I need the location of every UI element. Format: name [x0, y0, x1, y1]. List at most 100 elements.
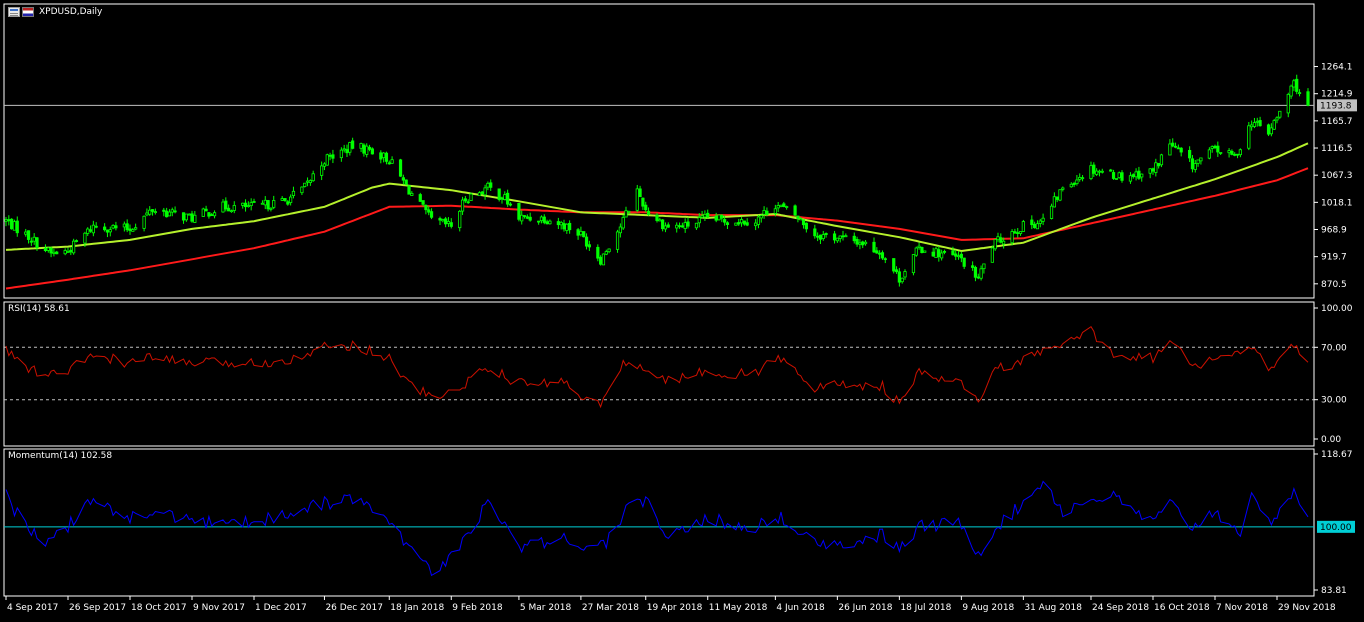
chart-window-icon [8, 7, 20, 17]
current-price-value: 1193.8 [1320, 101, 1352, 111]
candle-body [32, 236, 36, 242]
candle-body [72, 240, 76, 254]
candle-body [697, 217, 701, 224]
candle-body [1109, 169, 1113, 172]
candle-body [342, 148, 346, 151]
candle-body [187, 213, 191, 216]
candle-body [322, 163, 327, 167]
candle-body [407, 185, 411, 195]
candle-body [973, 267, 978, 278]
candle-body [1235, 153, 1240, 156]
candle-body [917, 245, 921, 248]
candle-body [503, 194, 507, 200]
candle-body [897, 271, 901, 283]
candle-body [954, 253, 958, 257]
candle-body [517, 202, 521, 220]
candle-body [863, 241, 868, 245]
candle-body [1013, 231, 1017, 234]
candle-body [799, 218, 803, 221]
candle-body [959, 253, 963, 259]
candle-body [621, 217, 625, 229]
candle-body [305, 180, 310, 183]
candle-body [379, 152, 383, 160]
candle-body [508, 203, 513, 206]
candle-body [675, 224, 679, 229]
candle-body [1041, 217, 1045, 222]
y-tick-label: 1165.7 [1321, 117, 1353, 127]
candle-body [979, 268, 983, 279]
candle-body [142, 215, 146, 229]
x-tick-label: 29 Nov 2018 [1278, 603, 1336, 613]
candle-body [15, 220, 19, 234]
candle-body [283, 198, 287, 201]
candle-body [134, 227, 138, 230]
candle-body [170, 209, 174, 213]
candle-body [962, 257, 966, 267]
candle-body [880, 252, 885, 259]
candle-body [12, 221, 17, 231]
candle-body [601, 253, 606, 266]
candle-body [841, 235, 845, 238]
candle-body [937, 249, 941, 258]
candle-body [785, 206, 789, 208]
candle-body [584, 236, 589, 247]
candle-body [1255, 120, 1259, 123]
candle-body [520, 214, 524, 222]
candle-body [384, 152, 389, 162]
candle-body [224, 200, 228, 210]
candle-body [367, 146, 372, 150]
candle-body [1238, 149, 1242, 156]
x-tick-label: 7 Nov 2018 [1216, 603, 1268, 613]
candle-body [427, 209, 431, 213]
candle-body [1154, 162, 1158, 173]
candle-body [1134, 171, 1138, 178]
candle-body [331, 154, 335, 159]
candle-body [114, 225, 118, 229]
candle-body [506, 192, 510, 205]
candle-body [717, 214, 721, 221]
rsi-line [5, 325, 1309, 409]
candle-body [1100, 170, 1104, 173]
candle-body [308, 180, 312, 183]
candle-body [813, 228, 817, 237]
candle-body [150, 209, 155, 212]
candle-body [153, 211, 157, 214]
candle-body [976, 276, 980, 279]
candle-body [627, 210, 631, 213]
candle-body [522, 215, 527, 217]
candle-body [861, 241, 865, 246]
candle-body [424, 204, 428, 211]
candle-body [446, 221, 451, 224]
candle-body [762, 210, 766, 215]
candle-body [1247, 125, 1251, 149]
candle-body [148, 209, 152, 215]
candle-body [1227, 150, 1231, 154]
candle-body [311, 173, 315, 182]
candle-body [900, 277, 904, 283]
candle-body [1033, 223, 1037, 229]
candle-body [131, 229, 135, 232]
rsi-pane [3, 301, 1315, 447]
x-tick-label: 5 Mar 2018 [520, 603, 572, 613]
candle-body [480, 191, 484, 195]
candle-body [320, 165, 324, 176]
candle-body [469, 193, 473, 202]
candle-body [66, 251, 70, 253]
candle-body [111, 225, 115, 229]
candle-body [556, 221, 560, 226]
candle-body [190, 213, 194, 222]
candle-body [1010, 231, 1014, 244]
candle-body [1266, 124, 1271, 135]
candle-body [1216, 145, 1220, 153]
candle-body [1278, 110, 1282, 118]
chart-area[interactable]: 4 Sep 2017 26 Sep 2017 18 Oct 2017 9 Nov 20… [0, 0, 1364, 622]
y-tick-label: 1214.9 [1321, 90, 1353, 100]
candle-body [1157, 162, 1161, 167]
candle-body [74, 240, 79, 242]
candle-body [370, 148, 374, 155]
candle-body [956, 255, 961, 258]
y-tick-label: 1067.3 [1321, 171, 1353, 181]
momentum-line [5, 480, 1309, 577]
us-flag-icon [22, 7, 34, 17]
candle-body [638, 188, 642, 198]
